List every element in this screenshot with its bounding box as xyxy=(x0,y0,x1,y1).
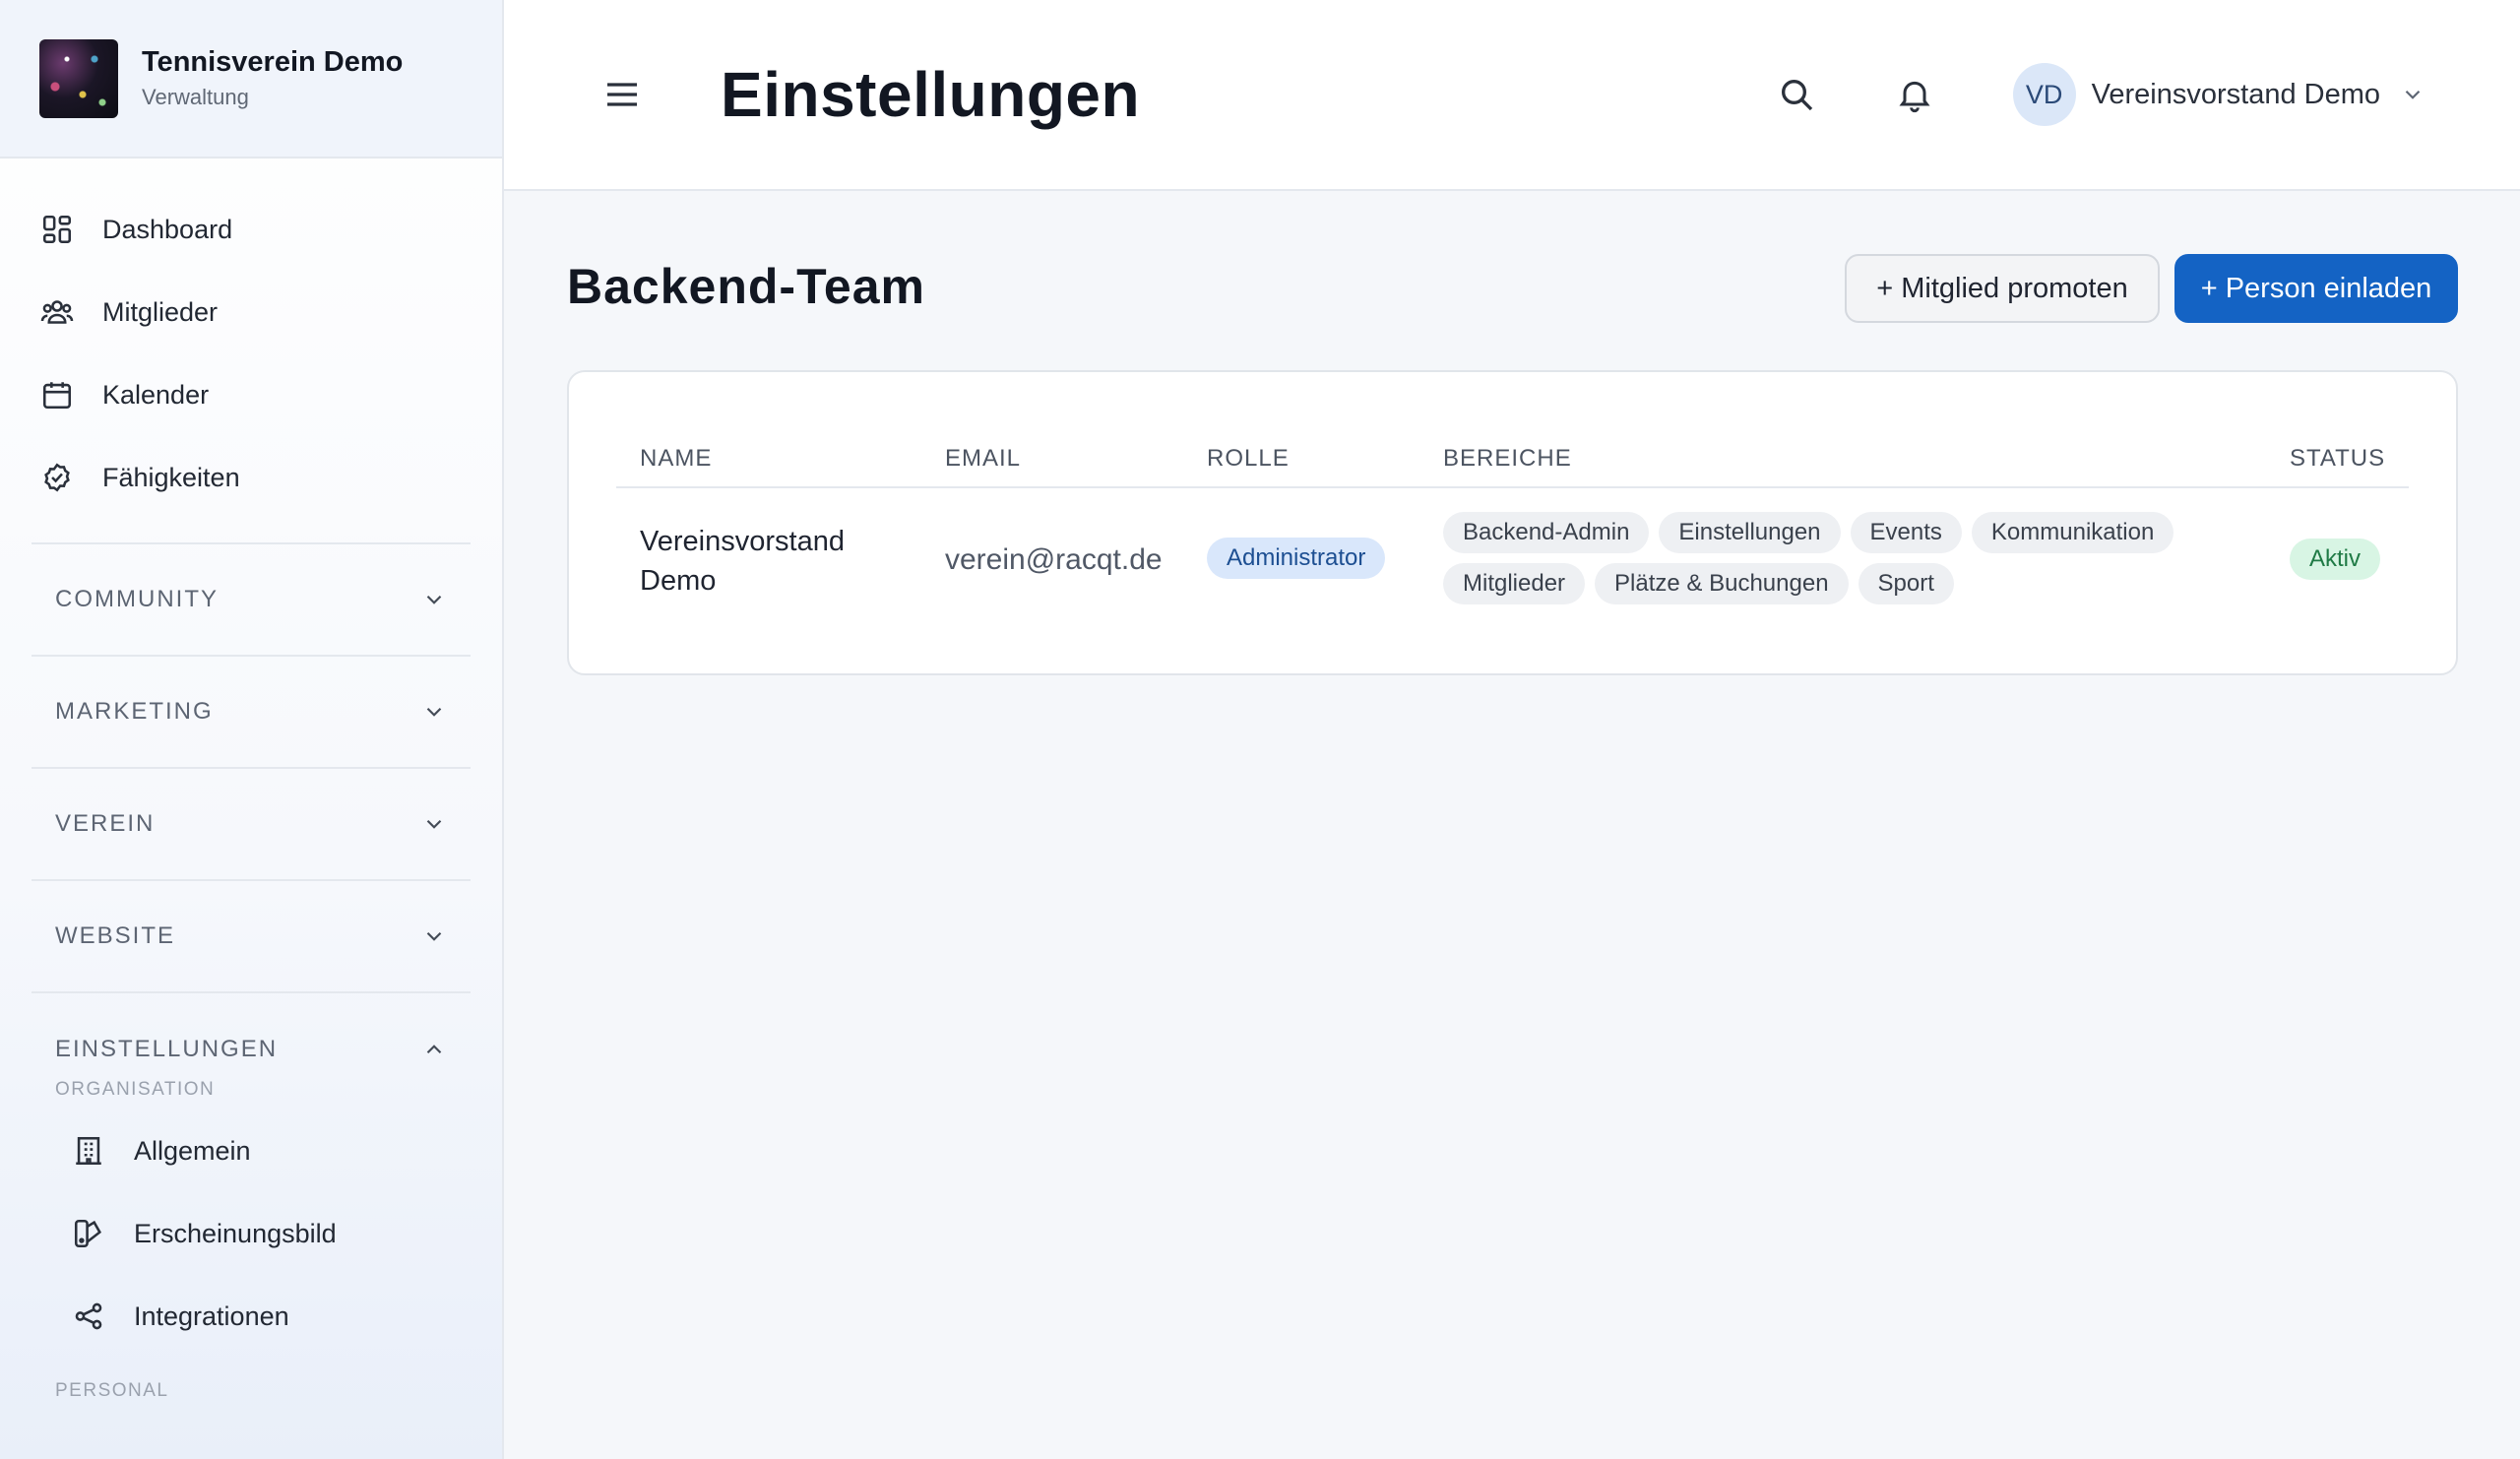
sidebar-section-community[interactable]: COMMUNITY xyxy=(32,544,471,657)
column-header-areas[interactable]: BEREICHE xyxy=(1443,445,1572,473)
sidebar-item-label: Fähigkeiten xyxy=(102,462,240,492)
chevron-down-icon xyxy=(421,811,447,837)
main-content: Backend-Team + Mitglied promoten + Perso… xyxy=(504,191,2520,1459)
menu-icon[interactable] xyxy=(602,75,642,114)
page-title: Einstellungen xyxy=(721,59,1141,130)
area-tag: Events xyxy=(1850,512,1962,553)
sidebar-item-dashboard[interactable]: Dashboard xyxy=(0,188,471,271)
promote-member-button[interactable]: + Mitglied promoten xyxy=(1845,254,2160,323)
column-header-role[interactable]: ROLLE xyxy=(1207,445,1290,473)
top-header: Einstellungen VD Vereinsvorstand Demo xyxy=(504,0,2520,191)
table-header: NAME EMAIL ROLLE BEREICHE STATUS xyxy=(616,419,2409,488)
area-tag: Kommunikation xyxy=(1971,512,2174,553)
check-circle-icon xyxy=(39,460,75,495)
section-title: Backend-Team xyxy=(567,259,925,314)
sidebar-section-marketing[interactable]: MARKETING xyxy=(32,657,471,769)
chevron-down-icon xyxy=(421,587,447,612)
user-name: Vereinsvorstand Demo xyxy=(2091,78,2380,110)
section-label: COMMUNITY xyxy=(55,586,219,612)
table-row[interactable]: Vereinsvorstand Demo verein@racqt.de Adm… xyxy=(616,488,2409,636)
sidebar-item-label: Mitglieder xyxy=(102,296,219,327)
palette-icon xyxy=(71,1216,106,1251)
chevron-down-icon xyxy=(2400,82,2426,107)
member-name: Vereinsvorstand Demo xyxy=(640,526,845,597)
dashboard-icon xyxy=(39,212,75,247)
sidebar-item-allgemein[interactable]: Allgemein xyxy=(0,1110,502,1192)
members-icon xyxy=(39,294,75,330)
area-tag: Einstellungen xyxy=(1659,512,1841,553)
search-icon[interactable] xyxy=(1777,75,1816,114)
team-table: NAME EMAIL ROLLE BEREICHE STATUS Vereins… xyxy=(616,419,2409,636)
club-subtitle: Verwaltung xyxy=(142,85,249,109)
team-table-card: NAME EMAIL ROLLE BEREICHE STATUS Vereins… xyxy=(567,370,2458,675)
sidebar-item-label: Kalender xyxy=(102,379,210,410)
section-label: VEREIN xyxy=(55,810,156,837)
area-tag: Mitglieder xyxy=(1443,563,1586,604)
area-tag: Backend-Admin xyxy=(1443,512,1650,553)
building-icon xyxy=(71,1133,106,1169)
area-tag: Plätze & Buchungen xyxy=(1595,563,1849,604)
share-icon xyxy=(71,1299,106,1334)
chevron-down-icon xyxy=(421,699,447,725)
sidebar-section-website[interactable]: WEBSITE xyxy=(32,881,471,993)
sidebar-item-calendar[interactable]: Kalender xyxy=(0,353,471,436)
sidebar-item-label: Dashboard xyxy=(102,214,233,244)
sidebar-item-erscheinungsbild[interactable]: Erscheinungsbild xyxy=(0,1192,502,1275)
column-header-name[interactable]: NAME xyxy=(640,445,712,473)
brand-header[interactable]: Tennisverein Demo Verwaltung xyxy=(0,0,502,159)
invite-person-button[interactable]: + Person einladen xyxy=(2174,254,2458,323)
sidebar-section-verein[interactable]: VEREIN xyxy=(32,769,471,881)
sidebar-item-integrationen[interactable]: Integrationen xyxy=(0,1275,502,1358)
calendar-icon xyxy=(39,377,75,412)
areas-list: Backend-Admin Einstellungen Events Kommu… xyxy=(1443,512,2211,604)
settings-subnav: ORGANISATION Allgemein Erscheinungsbild … xyxy=(0,1070,502,1411)
user-menu[interactable]: VD Vereinsvorstand Demo xyxy=(2012,63,2426,126)
area-tag: Sport xyxy=(1858,563,1954,604)
subnav-group-personal: PERSONAL xyxy=(55,1380,169,1401)
primary-nav: Dashboard Mitglieder Kalender Fähigkeite… xyxy=(32,159,471,544)
sidebar-item-label: Allgemein xyxy=(134,1135,251,1166)
sidebar-item-label: Erscheinungsbild xyxy=(134,1218,337,1248)
section-label: MARKETING xyxy=(55,698,214,725)
club-logo xyxy=(39,38,118,118)
status-badge: Aktiv xyxy=(2290,539,2381,580)
subnav-group-organisation: ORGANISATION xyxy=(55,1079,216,1100)
column-header-email[interactable]: EMAIL xyxy=(945,445,1021,473)
club-name: Tennisverein Demo xyxy=(142,46,404,78)
sidebar-item-members[interactable]: Mitglieder xyxy=(0,271,471,353)
member-email: verein@racqt.de xyxy=(945,543,1163,576)
section-label: EINSTELLUNGEN xyxy=(55,1036,279,1062)
column-header-status[interactable]: STATUS xyxy=(2290,445,2385,473)
avatar: VD xyxy=(2012,63,2076,126)
bell-icon[interactable] xyxy=(1895,75,1934,114)
role-badge: Administrator xyxy=(1207,538,1386,579)
chevron-down-icon xyxy=(421,923,447,949)
sidebar-item-label: Integrationen xyxy=(134,1300,289,1331)
sidebar: Tennisverein Demo Verwaltung Dashboard M… xyxy=(0,0,504,1459)
sidebar-item-skills[interactable]: Fähigkeiten xyxy=(0,436,471,519)
section-label: WEBSITE xyxy=(55,922,176,949)
chevron-up-icon xyxy=(421,1037,447,1062)
